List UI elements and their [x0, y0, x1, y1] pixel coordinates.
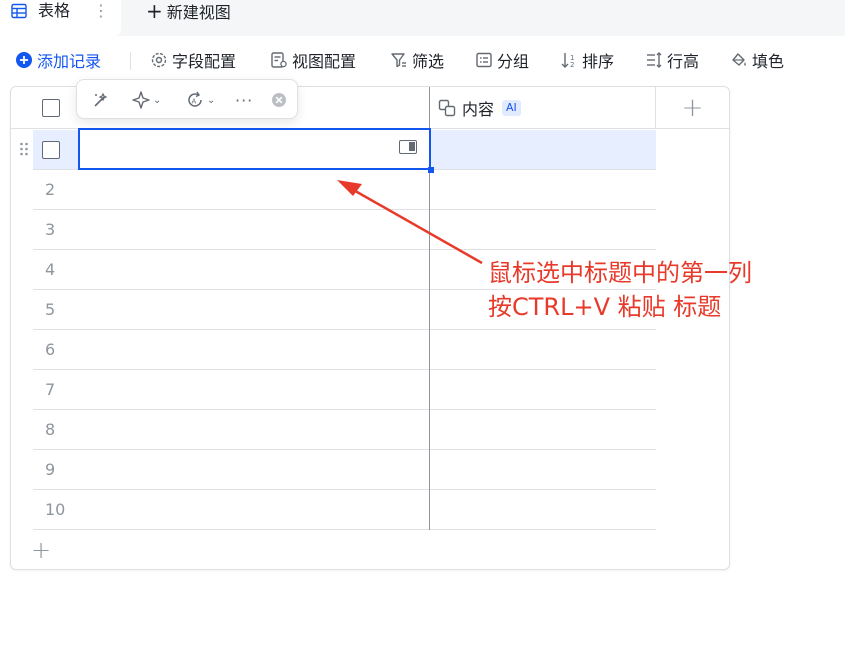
table-row[interactable]: 7	[33, 370, 656, 410]
table-row[interactable]: 10	[33, 490, 656, 530]
sparkle-icon	[132, 91, 150, 109]
view-config-button[interactable]: 视图配置	[270, 48, 356, 72]
column-divider	[429, 410, 430, 450]
paint-bucket-icon	[732, 53, 746, 66]
add-record-button[interactable]: 添加记录	[15, 48, 101, 72]
row-height-icon	[647, 52, 662, 68]
sort-icon: 1 2	[561, 53, 574, 69]
sort-label: 排序	[582, 52, 615, 71]
column-divider	[429, 330, 430, 370]
svg-text:A: A	[192, 98, 197, 106]
column-divider	[429, 370, 430, 410]
select-all-checkbox[interactable]	[42, 99, 60, 117]
row-number: 7	[45, 380, 56, 399]
ai-badge: AI	[502, 100, 521, 116]
cell-floating-toolbar: ⌄ A ⌄ ···	[76, 79, 298, 119]
column-divider	[429, 290, 430, 330]
column-divider	[429, 210, 430, 250]
view-settings-icon	[271, 52, 287, 68]
column-divider	[429, 170, 430, 210]
row-number: 3	[45, 220, 56, 239]
active-cell-editor[interactable]	[78, 128, 434, 173]
table-row[interactable]: 3	[33, 210, 656, 250]
fill-color-button[interactable]: 填色	[730, 48, 784, 72]
annotation-line-2: 按CTRL+V 粘贴 标题	[488, 293, 722, 321]
new-view-button[interactable]: + 新建视图	[146, 0, 231, 22]
table-icon	[11, 3, 27, 19]
add-column-button[interactable]: +	[655, 87, 729, 129]
field-config-label: 字段配置	[172, 52, 237, 71]
table-row[interactable]: 2	[33, 170, 656, 210]
filter-label: 筛选	[412, 52, 445, 71]
group-icon	[476, 52, 492, 68]
plus-icon: +	[146, 0, 163, 23]
row-number: 10	[45, 500, 66, 519]
add-circle-icon	[16, 52, 32, 68]
data-grid: 内容 AI + 2 3 4 5 6 7 8 9 10 +	[10, 86, 730, 570]
row-height-button[interactable]: 行高	[645, 48, 699, 72]
filter-icon	[391, 53, 406, 68]
field-config-button[interactable]: 字段配置	[150, 48, 236, 72]
close-icon	[272, 93, 286, 107]
tab-grid-view[interactable]: 表格 ⋮	[0, 0, 121, 36]
grid-rows: 2 3 4 5 6 7 8 9 10	[33, 130, 656, 530]
group-label: 分组	[497, 52, 530, 71]
group-button[interactable]: 分组	[475, 48, 529, 72]
tab-bar: 表格 ⋮ + 新建视图	[0, 0, 845, 36]
column-divider	[429, 450, 430, 490]
chevron-down-icon: ⌄	[153, 94, 162, 106]
add-record-label: 添加记录	[37, 52, 102, 71]
row-height-label: 行高	[667, 52, 700, 71]
row-number: 4	[45, 260, 56, 279]
annotation-line-1: 鼠标选中标题中的第一列	[488, 259, 752, 287]
view-config-label: 视图配置	[292, 52, 357, 71]
table-row[interactable]: 9	[33, 450, 656, 490]
row-number: 8	[45, 420, 56, 439]
row-number: 5	[45, 300, 56, 319]
magic-wand-icon	[94, 92, 108, 107]
toolbar-divider	[130, 52, 131, 70]
more-options-button[interactable]: ···	[235, 89, 253, 111]
tab-label: 表格	[38, 1, 71, 20]
linked-field-icon	[438, 99, 456, 117]
row-number: 9	[45, 460, 56, 479]
chevron-down-icon: ⌄	[207, 94, 216, 106]
ai-autofill-button[interactable]: A ⌄	[185, 89, 215, 111]
fill-color-label: 填色	[752, 52, 785, 71]
column-header-content[interactable]: 内容 AI	[429, 87, 655, 129]
table-row[interactable]: 8	[33, 410, 656, 450]
svg-text:2: 2	[570, 61, 574, 69]
expand-record-icon[interactable]	[399, 140, 417, 154]
fill-handle[interactable]	[428, 167, 434, 173]
ai-refresh-icon: A	[188, 91, 202, 107]
sort-button[interactable]: 1 2 排序	[560, 48, 614, 72]
column-header-label: 内容	[462, 100, 495, 119]
add-row-button[interactable]: +	[31, 538, 51, 562]
annotation-text: 鼠标选中标题中的第一列 按CTRL+V 粘贴 标题	[488, 256, 752, 324]
new-view-label: 新建视图	[166, 3, 231, 22]
drag-handle-icon[interactable]	[19, 141, 29, 157]
view-toolbar: 添加记录 字段配置 视图配置 筛选 分组 1 2 排序 行高 填色	[0, 44, 845, 76]
tab-more-icon[interactable]: ⋮	[93, 0, 109, 22]
magic-wand-button[interactable]	[91, 89, 111, 111]
row-number: 2	[45, 180, 56, 199]
gear-icon	[151, 52, 167, 68]
row-number: 6	[45, 340, 56, 359]
column-divider	[429, 250, 430, 290]
ai-sparkle-button[interactable]: ⌄	[131, 89, 161, 111]
row-checkbox[interactable]	[42, 141, 60, 159]
filter-button[interactable]: 筛选	[390, 48, 444, 72]
table-row[interactable]: 6	[33, 330, 656, 370]
close-button[interactable]	[269, 89, 289, 111]
column-divider	[429, 490, 430, 530]
